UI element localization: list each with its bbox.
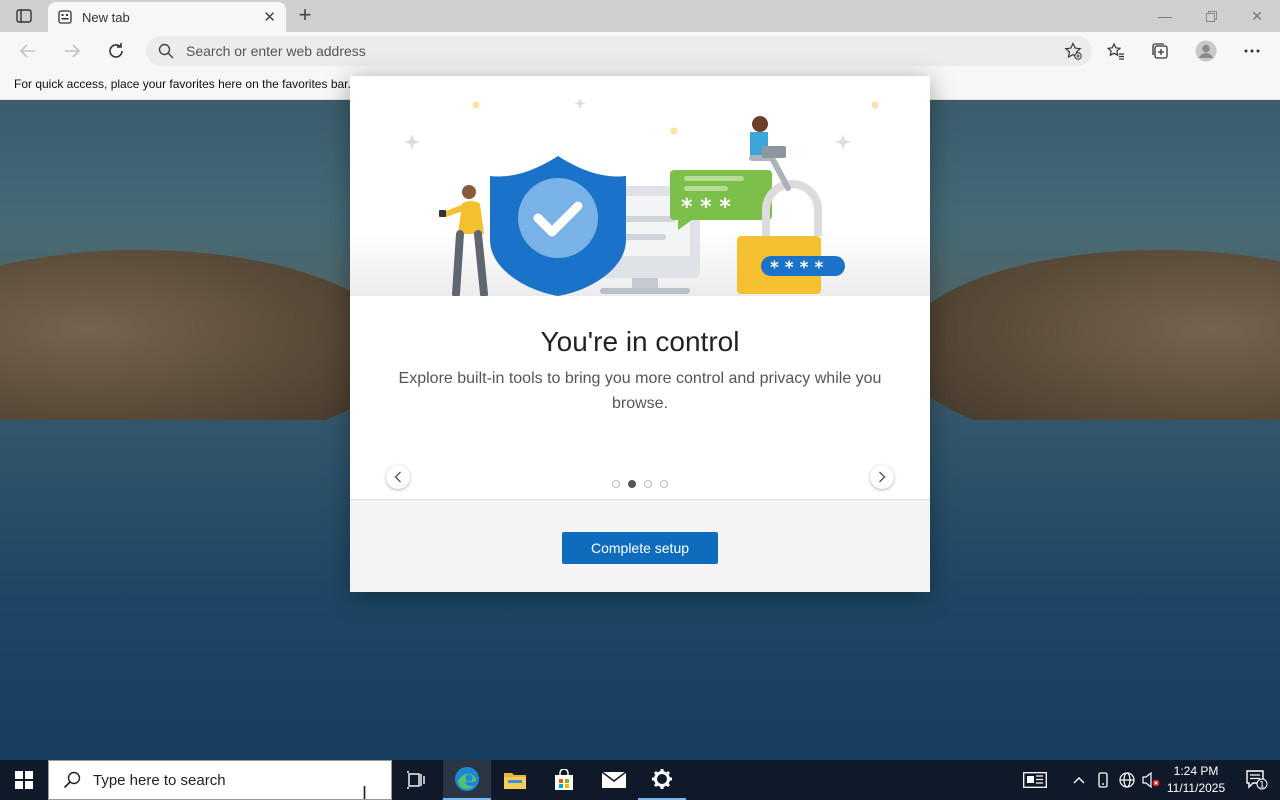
restore-icon: [1205, 10, 1217, 22]
device-icon: [1098, 772, 1108, 788]
carousel-dot[interactable]: [644, 480, 652, 488]
chevron-right-icon: [879, 471, 886, 483]
favorites-bar-hint: For quick access, place your favorites h…: [14, 77, 351, 91]
start-button[interactable]: [0, 760, 48, 800]
taskbar-mail-button[interactable]: [590, 760, 638, 800]
window-controls: — ✕: [1142, 0, 1280, 32]
settings-icon: [652, 769, 672, 789]
action-center-button[interactable]: 1: [1234, 760, 1280, 800]
refresh-button[interactable]: [102, 37, 130, 65]
chevron-up-icon: [1073, 777, 1085, 784]
news-icon: [1023, 772, 1047, 788]
carousel-dot[interactable]: [612, 480, 620, 488]
clock-time: 1:24 PM: [1173, 764, 1219, 778]
new-tab-page-icon: [58, 10, 72, 24]
dialog-title: You're in control: [540, 326, 740, 357]
favorites-button[interactable]: [1102, 37, 1130, 65]
taskbar-clock[interactable]: 1:24 PM 11/11/2025: [1160, 763, 1232, 797]
add-favorite-icon[interactable]: [1064, 42, 1082, 60]
notification-icon: 1: [1246, 770, 1268, 790]
carousel-dot-active[interactable]: [628, 480, 636, 488]
file-explorer-icon: [504, 773, 526, 789]
windows-taskbar: Type here to search 1:24 PM 11/11/2025 1: [0, 760, 1280, 800]
taskbar-store-button[interactable]: [540, 760, 588, 800]
more-horizontal-icon: [1244, 49, 1260, 53]
taskbar-settings-button[interactable]: [638, 760, 686, 800]
refresh-icon: [109, 43, 123, 58]
carousel-next-button[interactable]: [870, 465, 894, 489]
windows-logo-icon: [15, 771, 33, 789]
edge-icon: [455, 767, 479, 791]
taskbar-edge-button[interactable]: [443, 760, 491, 800]
collections-button[interactable]: [1146, 37, 1174, 65]
news-widget-button[interactable]: [1018, 760, 1052, 800]
clock-date: 11/11/2025: [1166, 781, 1226, 795]
tab-new-tab[interactable]: New tab ✕: [48, 2, 286, 32]
carousel-prev-button[interactable]: [386, 465, 410, 489]
forward-button[interactable]: [58, 37, 86, 65]
globe-icon: [1119, 772, 1135, 788]
device-tray-button[interactable]: [1092, 760, 1114, 800]
settings-more-button[interactable]: [1238, 37, 1266, 65]
task-view-icon: [407, 771, 425, 789]
collections-icon: [1152, 43, 1168, 59]
volume-muted-icon: [1142, 772, 1160, 788]
address-input[interactable]: [186, 36, 1046, 66]
text-cursor-icon: I: [362, 783, 368, 800]
tab-actions-icon: [16, 9, 32, 23]
complete-setup-button[interactable]: Complete setup: [562, 532, 718, 564]
search-icon: [158, 43, 174, 59]
taskbar-search-placeholder: Type here to search: [93, 771, 226, 789]
dialog-footer: Complete setup: [350, 499, 930, 592]
back-arrow-icon: [20, 44, 35, 58]
taskbar-file-explorer-button[interactable]: [491, 760, 539, 800]
taskbar-search-box[interactable]: Type here to search: [48, 760, 392, 800]
volume-tray-button[interactable]: [1140, 760, 1162, 800]
tab-close-icon[interactable]: ✕: [263, 8, 276, 26]
store-icon: [555, 769, 573, 790]
mail-icon: [601, 771, 627, 788]
tab-title: New tab: [82, 9, 130, 25]
restore-button[interactable]: [1188, 0, 1234, 32]
chat-password-mask: * * *: [681, 195, 731, 220]
minimize-button[interactable]: —: [1142, 0, 1188, 32]
privacy-illustration: * * * * * * *: [350, 76, 930, 296]
carousel-dot[interactable]: [660, 480, 668, 488]
avatar-icon: [1195, 40, 1217, 62]
task-view-button[interactable]: [392, 760, 440, 800]
dialog-description: Explore built-in tools to bring you more…: [398, 370, 882, 412]
privacy-illustration-art: * * * * * * *: [404, 98, 879, 296]
chevron-left-icon: [394, 471, 401, 483]
network-tray-button[interactable]: [1116, 760, 1138, 800]
browser-toolbar: [0, 32, 1280, 70]
carousel-dots: [612, 480, 668, 488]
profile-button[interactable]: [1192, 37, 1220, 65]
forward-arrow-icon: [65, 44, 80, 58]
new-tab-button[interactable]: +: [292, 4, 318, 28]
address-bar[interactable]: [146, 36, 1092, 66]
favorites-icon: [1107, 42, 1124, 60]
onboarding-dialog: * * * * * * * You're in control Explore …: [350, 76, 930, 592]
show-hidden-icons-button[interactable]: [1068, 760, 1090, 800]
lock-password-mask: * * * *: [770, 258, 823, 278]
browser-titlebar: New tab ✕ + — ✕: [0, 0, 1280, 32]
search-icon: [63, 771, 81, 789]
notification-count-badge: 1: [1259, 781, 1265, 791]
tab-actions-button[interactable]: [10, 6, 38, 26]
back-button[interactable]: [14, 37, 42, 65]
close-window-button[interactable]: ✕: [1234, 0, 1280, 32]
